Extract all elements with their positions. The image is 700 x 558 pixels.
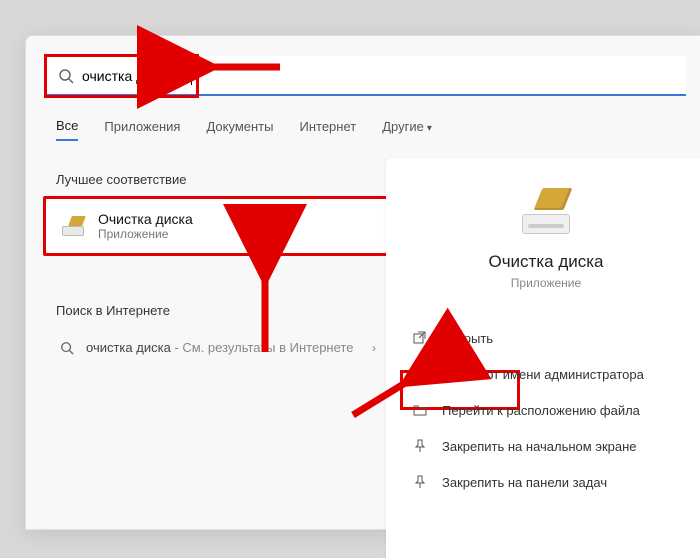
disk-cleanup-icon — [60, 216, 86, 236]
start-search-window: Все Приложения Документы Интернет Другие… — [25, 35, 700, 530]
pin-icon — [412, 474, 428, 490]
best-match-item[interactable]: Очистка диска Приложение — [46, 199, 386, 253]
action-open[interactable]: Открыть — [404, 320, 688, 356]
action-pin-start[interactable]: Закрепить на начальном экране — [404, 428, 688, 464]
action-pin-taskbar[interactable]: Закрепить на панели задач — [404, 464, 688, 500]
action-label: Запуск от имени администратора — [442, 367, 644, 382]
annotation-box — [43, 196, 389, 256]
search-box[interactable] — [46, 56, 686, 96]
pin-icon — [412, 438, 428, 454]
best-match-title: Очистка диска — [98, 211, 193, 227]
action-list: Открыть Запуск от имени администратора П… — [386, 320, 700, 500]
details-panel: Очистка диска Приложение Открыть Запуск … — [386, 158, 700, 558]
action-label: Перейти к расположению файла — [442, 403, 640, 418]
shield-icon — [412, 366, 428, 382]
best-match-label: Лучшее соответствие — [56, 172, 376, 187]
chevron-right-icon: › — [372, 341, 376, 355]
action-label: Закрепить на панели задач — [442, 475, 607, 490]
action-label: Открыть — [442, 331, 493, 346]
app-title: Очистка диска — [386, 252, 700, 272]
results-left: Лучшее соответствие Очистка диска Прилож… — [46, 166, 386, 365]
search-input[interactable] — [82, 56, 662, 96]
action-run-admin[interactable]: Запуск от имени администратора — [404, 356, 688, 392]
tab-documents[interactable]: Документы — [206, 119, 273, 140]
web-search-text: очистка диска - См. результаты в Интерне… — [86, 340, 353, 355]
search-icon — [58, 68, 74, 84]
disk-cleanup-icon — [516, 188, 576, 234]
search-icon — [60, 341, 74, 355]
action-label: Закрепить на начальном экране — [442, 439, 637, 454]
folder-icon — [412, 402, 428, 418]
tabs-row: Все Приложения Документы Интернет Другие… — [56, 118, 432, 141]
open-icon — [412, 330, 428, 346]
best-match-subtitle: Приложение — [98, 227, 193, 241]
tab-all[interactable]: Все — [56, 118, 78, 141]
web-search-label: Поиск в Интернете — [56, 303, 376, 318]
tab-apps[interactable]: Приложения — [104, 119, 180, 140]
text-cursor — [191, 67, 192, 85]
web-search-section: Поиск в Интернете очистка диска - См. ре… — [46, 303, 386, 365]
chevron-down-icon: ▾ — [427, 123, 432, 134]
action-file-location[interactable]: Перейти к расположению файла — [404, 392, 688, 428]
tab-internet[interactable]: Интернет — [299, 119, 356, 140]
tab-more[interactable]: Другие▾ — [382, 119, 432, 140]
web-search-item[interactable]: очистка диска - См. результаты в Интерне… — [46, 330, 386, 365]
app-type: Приложение — [386, 276, 700, 290]
